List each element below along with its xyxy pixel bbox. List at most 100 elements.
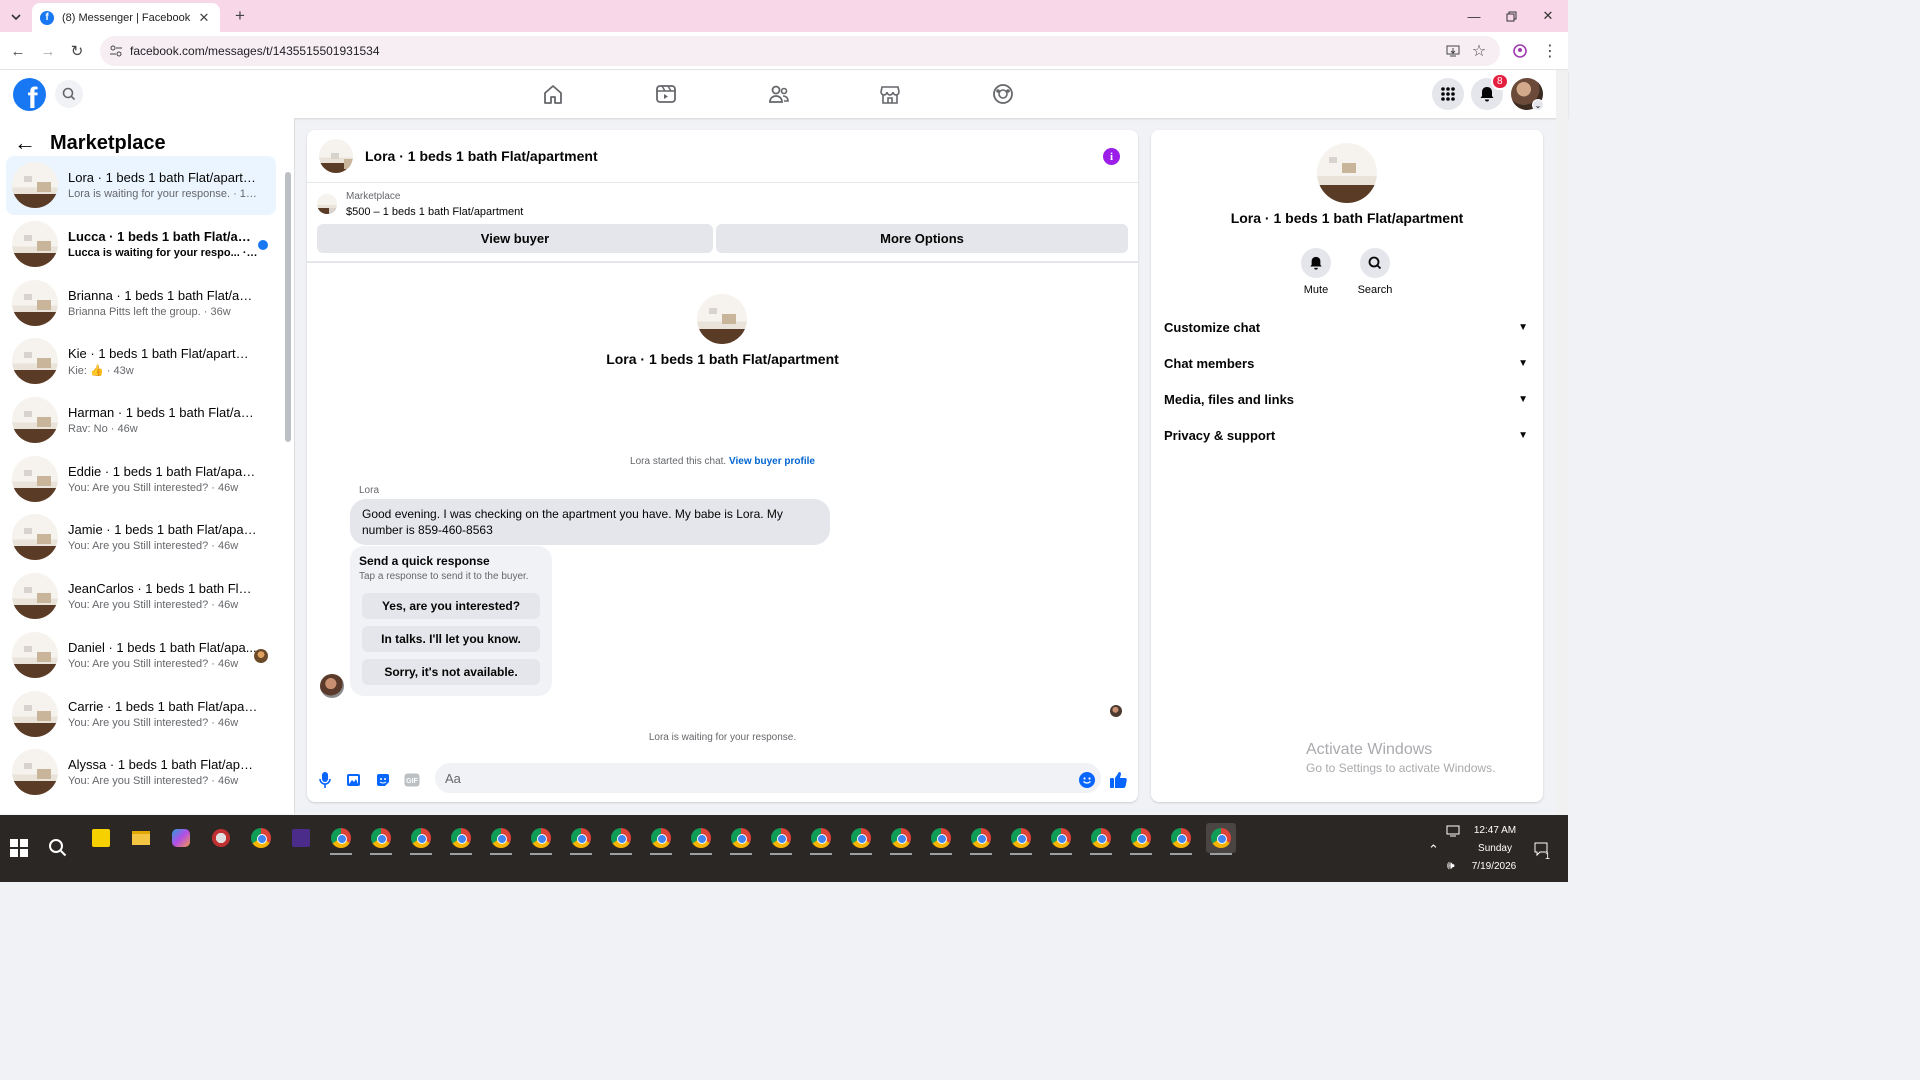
back-icon[interactable]: ← (8, 41, 28, 61)
facebook-logo-icon[interactable]: f (13, 78, 46, 111)
sidebar-scrollbar[interactable] (284, 158, 292, 808)
window-close-icon[interactable]: ✕ (1530, 4, 1566, 28)
new-tab-icon[interactable]: + (230, 6, 250, 26)
info-icon[interactable]: i (1103, 148, 1120, 165)
tray-chevron-icon[interactable]: ⌃ (1428, 842, 1439, 858)
chrome-window-icon[interactable] (1206, 823, 1236, 855)
friends-icon[interactable] (767, 82, 791, 106)
clock-date[interactable]: 7/19/2026 (1466, 861, 1522, 872)
search-action[interactable]: Search (1345, 248, 1405, 296)
chrome-window-icon[interactable] (1006, 823, 1036, 855)
marketplace-icon[interactable] (878, 82, 902, 106)
chrome-window-icon[interactable] (726, 823, 756, 855)
chrome-window-icon[interactable] (366, 823, 396, 855)
chrome-window-icon[interactable] (406, 823, 436, 855)
install-app-icon[interactable] (1443, 41, 1463, 61)
menu-grid-icon[interactable] (1432, 78, 1464, 110)
chrome-window-icon[interactable] (886, 823, 916, 855)
sidebar-scroll-thumb[interactable] (285, 172, 291, 442)
home-icon[interactable] (541, 82, 565, 106)
profile-icon[interactable] (1510, 41, 1530, 61)
video-icon[interactable] (654, 82, 678, 106)
chrome-window-icon[interactable] (646, 823, 676, 855)
chrome-window-icon[interactable] (806, 823, 836, 855)
browser-tab-messenger[interactable]: f (8) Messenger | Facebook ✕ (32, 3, 220, 32)
chrome-window-icon[interactable] (446, 823, 476, 855)
chat-list-item[interactable]: Harman · 1 beds 1 bath Flat/apar... Rav: … (6, 391, 276, 450)
view-buyer-button[interactable]: View buyer (317, 224, 713, 253)
quick-reply-yes-button[interactable]: Yes, are you interested? (362, 593, 540, 619)
photo-icon[interactable] (344, 770, 364, 790)
chrome-window-icon[interactable] (1126, 823, 1156, 855)
url-text[interactable]: facebook.com/messages/t/1435515501931534 (130, 44, 380, 58)
chrome-window-icon[interactable] (1046, 823, 1076, 855)
file-explorer-icon[interactable] (126, 823, 156, 853)
clock-day[interactable]: Sunday (1472, 843, 1518, 854)
minimize-icon[interactable]: — (1456, 4, 1492, 28)
message-input[interactable]: Aa (435, 763, 1101, 793)
chrome-window-icon[interactable] (966, 823, 996, 855)
forward-icon[interactable]: → (38, 41, 58, 61)
chat-list-item[interactable]: Alyssa · 1 beds 1 bath Flat/apart... You:… (6, 743, 276, 802)
microphone-icon[interactable] (315, 770, 335, 790)
chrome-window-icon[interactable] (926, 823, 956, 855)
listing-thumbnail[interactable] (319, 139, 353, 173)
sender-avatar[interactable] (320, 674, 344, 698)
view-buyer-profile-link[interactable]: View buyer profile (729, 456, 815, 467)
mute-bell-icon[interactable] (1301, 248, 1331, 278)
reload-icon[interactable]: ↻ (67, 41, 87, 61)
quick-reply-not-available-button[interactable]: Sorry, it's not available. (362, 659, 540, 685)
listing-price-title[interactable]: $500 – 1 beds 1 bath Flat/apartment (346, 206, 523, 218)
chrome-window-icon[interactable] (686, 823, 716, 855)
sidebar-back-icon[interactable]: ← (14, 130, 36, 156)
network-icon[interactable] (1446, 825, 1460, 837)
clock-time[interactable]: 12:47 AM (1472, 825, 1518, 836)
chat-list-item[interactable]: Carrie · 1 beds 1 bath Flat/apart... You:… (6, 684, 276, 743)
sticky-notes-icon[interactable] (86, 823, 116, 853)
groups-gaming-icon[interactable] (991, 82, 1015, 106)
emoji-icon[interactable] (1077, 770, 1097, 790)
like-thumbs-up-icon[interactable] (1109, 770, 1129, 790)
chrome-window-icon[interactable] (486, 823, 516, 855)
quick-reply-in-talks-button[interactable]: In talks. I'll let you know. (362, 626, 540, 652)
purple-app-icon[interactable] (286, 823, 316, 853)
windows-start-icon[interactable] (10, 839, 30, 859)
more-options-button[interactable]: More Options (716, 224, 1128, 253)
chrome-window-icon[interactable] (766, 823, 796, 855)
chrome-window-icon[interactable] (1166, 823, 1196, 855)
chrome-window-icon[interactable] (326, 823, 356, 855)
privacy-support-row[interactable]: Privacy & support ▼ (1164, 420, 1530, 450)
gif-icon[interactable]: GIF (402, 770, 422, 790)
chat-list-item[interactable]: Brianna · 1 beds 1 bath Flat/apar... Bria… (6, 273, 276, 332)
chat-list-item[interactable]: Daniel · 1 beds 1 bath Flat/apa... You: A… (6, 626, 276, 685)
media-files-links-row[interactable]: Media, files and links ▼ (1164, 384, 1530, 414)
chat-list-item[interactable]: Lucca · 1 beds 1 bath Flat/apart... Lucca… (6, 215, 276, 274)
app-icon[interactable] (206, 823, 236, 853)
chat-list-item[interactable]: Jamie · 1 beds 1 bath Flat/apart... You: … (6, 508, 276, 567)
tab-search-chevron-icon[interactable] (6, 7, 26, 27)
browser-menu-icon[interactable]: ⋮ (1540, 41, 1560, 61)
chat-list-item[interactable]: Lora · 1 beds 1 bath Flat/apartm... Lora … (6, 156, 276, 215)
chrome-window-icon[interactable] (606, 823, 636, 855)
chat-members-row[interactable]: Chat members ▼ (1164, 348, 1530, 378)
page-scrollbar[interactable] (1556, 70, 1568, 815)
chat-list-item[interactable]: Eddie · 1 beds 1 bath Flat/apart... You: … (6, 449, 276, 508)
tab-close-icon[interactable]: ✕ (196, 10, 212, 26)
site-info-icon[interactable] (108, 43, 124, 59)
copilot-icon[interactable] (166, 823, 196, 853)
chrome-window-icon[interactable] (1086, 823, 1116, 855)
chrome-window-icon[interactable] (566, 823, 596, 855)
bookmark-star-icon[interactable]: ☆ (1469, 41, 1489, 61)
sticker-icon[interactable] (373, 770, 393, 790)
restore-icon[interactable] (1493, 4, 1529, 28)
account-chevron-icon[interactable]: ⌄ (1532, 99, 1544, 111)
mute-action[interactable]: Mute (1286, 248, 1346, 296)
chat-list-item[interactable]: JeanCarlos · 1 beds 1 bath Flat/a... You:… (6, 567, 276, 626)
customize-chat-row[interactable]: Customize chat ▼ (1164, 312, 1530, 342)
chrome-window-icon[interactable] (846, 823, 876, 855)
message-bubble[interactable]: Good evening. I was checking on the apar… (350, 499, 830, 545)
chrome-icon[interactable] (246, 823, 276, 853)
volume-icon[interactable]: 🕪 (1447, 858, 1455, 873)
conversation-title[interactable]: Lora · 1 beds 1 bath Flat/apartment (365, 148, 598, 164)
chrome-window-icon[interactable] (526, 823, 556, 855)
